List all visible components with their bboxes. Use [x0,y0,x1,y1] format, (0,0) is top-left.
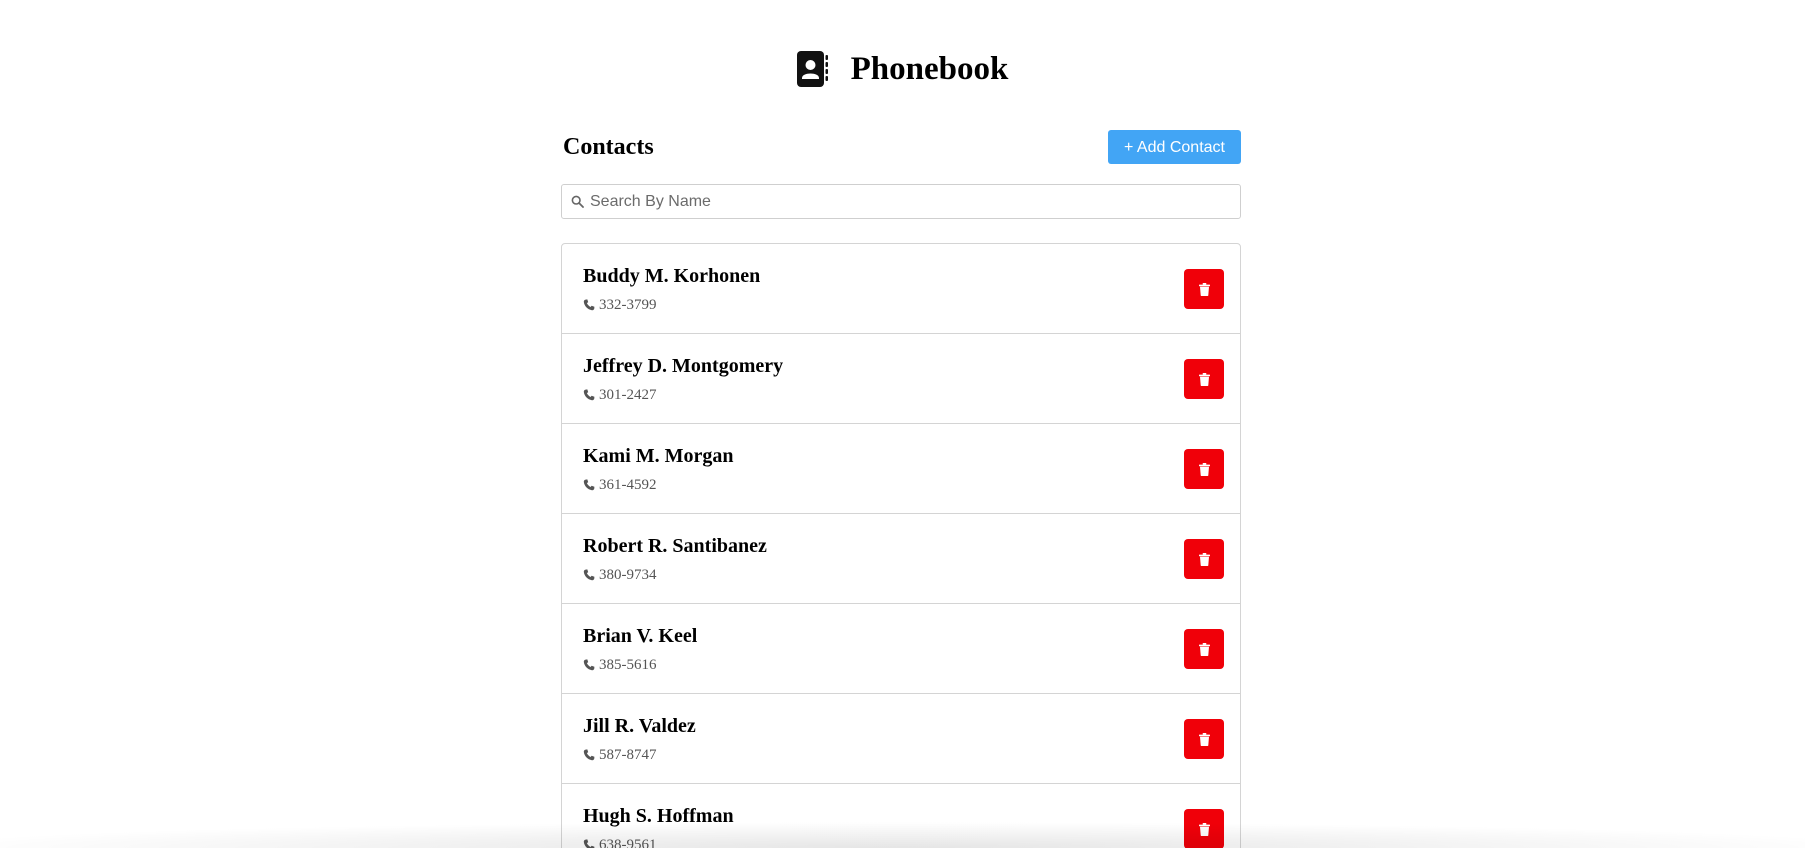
contact-row: Hugh S. Hoffman 638-9561 [562,784,1240,848]
contact-phone: 361-4592 [583,476,657,494]
phone-icon [583,389,595,401]
contacts-toolbar: Contacts + Add Contact [561,130,1241,164]
app-header-content: Phonebook [796,49,1009,89]
contact-row: Buddy M. Korhonen 332-3799 [562,244,1240,334]
phone-icon [583,659,595,671]
contact-phone: 332-3799 [583,296,657,314]
contacts-heading: Contacts [563,134,654,160]
contact-name: Hugh S. Hoffman [583,805,734,827]
contact-name: Robert R. Santibanez [583,535,767,557]
search-icon [571,195,584,208]
delete-contact-button[interactable] [1184,809,1224,848]
search-box[interactable] [561,184,1241,219]
trash-icon [1198,372,1210,386]
phone-icon [583,299,595,311]
search-input[interactable] [590,185,1230,218]
contact-name: Kami M. Morgan [583,445,734,467]
trash-icon [1198,732,1210,746]
contact-row: Kami M. Morgan 361-4592 [562,424,1240,514]
contact-row: Robert R. Santibanez 380-9734 [562,514,1240,604]
contact-phone-number: 361-4592 [599,477,657,493]
delete-contact-button[interactable] [1184,539,1224,579]
contact-phone: 587-8747 [583,746,657,764]
phone-icon [583,839,595,848]
contacts-container: Contacts + Add Contact Buddy M. Korhonen… [561,130,1241,848]
contact-list: Buddy M. Korhonen 332-3799 Jeffrey D. Mo… [561,243,1241,848]
contact-phone-number: 301-2427 [599,387,657,403]
trash-icon [1198,642,1210,656]
contact-phone: 638-9561 [583,836,657,848]
contact-phone-number: 587-8747 [599,747,657,763]
phone-icon [583,749,595,761]
trash-icon [1198,282,1210,296]
contact-phone: 301-2427 [583,386,657,404]
delete-contact-button[interactable] [1184,719,1224,759]
delete-contact-button[interactable] [1184,449,1224,489]
delete-contact-button[interactable] [1184,629,1224,669]
contact-row: Jeffrey D. Montgomery 301-2427 [562,334,1240,424]
contact-name: Jeffrey D. Montgomery [583,355,784,377]
delete-contact-button[interactable] [1184,359,1224,399]
contact-row: Jill R. Valdez 587-8747 [562,694,1240,784]
contact-phone-number: 385-5616 [599,657,657,673]
contact-name: Jill R. Valdez [583,715,696,737]
add-contact-button[interactable]: + Add Contact [1108,130,1241,164]
phone-icon [583,479,595,491]
trash-icon [1198,822,1210,836]
delete-contact-button[interactable] [1184,269,1224,309]
trash-icon [1198,462,1210,476]
contact-row: Brian V. Keel 385-5616 [562,604,1240,694]
address-book-icon [796,51,828,87]
contact-phone: 385-5616 [583,656,657,674]
contact-phone-number: 638-9561 [599,837,657,848]
phone-icon [583,569,595,581]
contact-name: Brian V. Keel [583,625,698,647]
app-title: Phonebook [850,51,1009,87]
contact-phone-number: 380-9734 [599,567,657,583]
contact-name: Buddy M. Korhonen [583,265,761,287]
trash-icon [1198,552,1210,566]
app-header: Phonebook [0,48,1805,90]
contact-phone-number: 332-3799 [599,297,657,313]
contact-phone: 380-9734 [583,566,657,584]
